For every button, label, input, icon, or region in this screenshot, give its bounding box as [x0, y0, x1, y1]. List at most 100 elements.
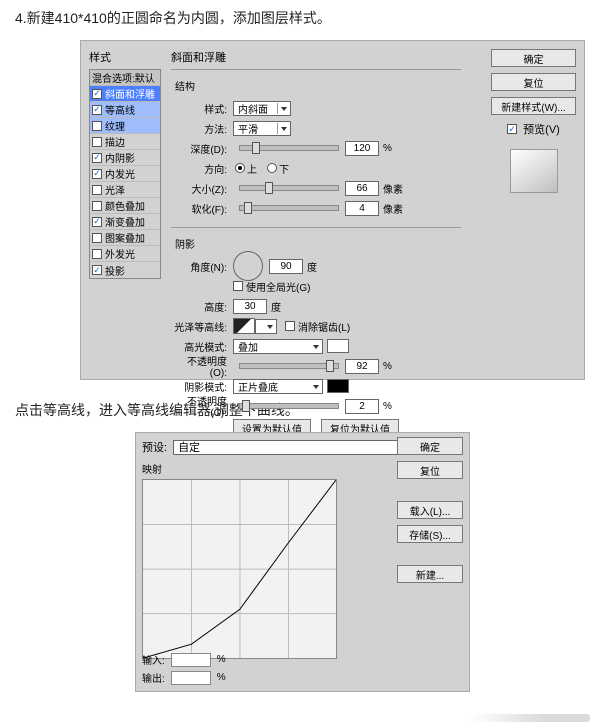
shop-label: 不透明度(C):: [171, 393, 227, 419]
ok-button[interactable]: 确定: [397, 437, 463, 455]
altitude-label: 高度:: [171, 299, 227, 314]
shadow-opacity-input[interactable]: [345, 399, 379, 414]
contour-editor-panel: 预设: 自定 确定 复位 载入(L)... 存储(S)... 新建... 映射 …: [135, 432, 470, 692]
style-item-contour[interactable]: 等高线: [90, 102, 160, 118]
hiop-label: 不透明度(O):: [171, 353, 227, 379]
shadow-group: 阴影 角度(N):度 使用全局光(G) 高度:度 光泽等高线:消除锯齿(L) 高…: [171, 227, 461, 447]
styles-list-title: 样式: [89, 49, 161, 65]
section-title: 斜面和浮雕: [171, 49, 461, 65]
output-pct: %: [217, 672, 226, 683]
curve-line-icon: [143, 480, 336, 658]
checkbox-icon[interactable]: [92, 217, 102, 227]
new-style-button[interactable]: 新建样式(W)...: [491, 97, 576, 115]
decorative-fade: [470, 714, 590, 722]
altitude-input[interactable]: [233, 299, 267, 314]
output-value[interactable]: [171, 671, 211, 685]
size-slider[interactable]: [239, 185, 339, 191]
direction-down-radio[interactable]: [267, 163, 277, 173]
depth-input[interactable]: [345, 141, 379, 156]
checkbox-icon[interactable]: [92, 169, 102, 179]
angle-input[interactable]: [269, 259, 303, 274]
soften-unit: 像素: [383, 201, 403, 216]
style-item-dropshadow[interactable]: 投影: [90, 262, 160, 278]
style-item-stroke[interactable]: 描边: [90, 134, 160, 150]
preview-label: 预览(V): [523, 121, 560, 137]
step-4-text: 4.新建410*410的正圆命名为内圆，添加图层样式。: [15, 8, 585, 28]
style-item-coloroverlay[interactable]: 颜色叠加: [90, 198, 160, 214]
cancel-button[interactable]: 复位: [397, 461, 463, 479]
direction-label: 方向:: [171, 161, 227, 176]
preview-swatch: [510, 149, 558, 193]
style-item-innershadow[interactable]: 内阴影: [90, 150, 160, 166]
preset-label: 预设:: [142, 439, 167, 455]
new-button[interactable]: 新建...: [397, 565, 463, 583]
style-item-patoverlay[interactable]: 图案叠加: [90, 230, 160, 246]
angle-dial[interactable]: [233, 251, 263, 281]
checkbox-icon[interactable]: [92, 249, 102, 259]
input-value[interactable]: [171, 653, 211, 667]
shadow-color-swatch[interactable]: [327, 379, 349, 393]
contour-right-buttons: 确定 复位 载入(L)... 存储(S)... 新建...: [397, 437, 463, 583]
style-label: 样式:: [171, 101, 227, 116]
highlight-opacity-slider[interactable]: [239, 363, 339, 369]
soften-slider[interactable]: [239, 205, 339, 211]
checkbox-icon[interactable]: [92, 153, 102, 163]
size-unit: 像素: [383, 181, 403, 196]
style-item-bevel[interactable]: 斜面和浮雕: [90, 86, 160, 102]
input-label: 输入:: [142, 652, 165, 667]
right-button-column: 确定 复位 新建样式(W)... 预览(V): [491, 49, 576, 193]
depth-unit: %: [383, 143, 392, 154]
gloss-contour-dropdown[interactable]: [255, 319, 277, 334]
ok-button[interactable]: 确定: [491, 49, 576, 67]
checkbox-icon[interactable]: [92, 185, 102, 195]
hiop-unit: %: [383, 361, 392, 372]
direction-up-radio[interactable]: [235, 163, 245, 173]
altitude-unit: 度: [271, 299, 281, 314]
load-button[interactable]: 载入(L)...: [397, 501, 463, 519]
style-select[interactable]: 内斜面: [233, 101, 291, 116]
checkbox-icon[interactable]: [92, 137, 102, 147]
checkbox-icon[interactable]: [92, 201, 102, 211]
style-item-gradoverlay[interactable]: 渐变叠加: [90, 214, 160, 230]
angle-label: 角度(N):: [171, 259, 227, 274]
global-light-checkbox[interactable]: [233, 281, 243, 291]
antialias-checkbox[interactable]: [285, 321, 295, 331]
checkbox-icon[interactable]: [92, 89, 102, 99]
preview-checkbox[interactable]: [507, 124, 517, 134]
style-item-blend[interactable]: 混合选项:默认: [90, 70, 160, 86]
style-item-texture[interactable]: 纹理: [90, 118, 160, 134]
highlight-mode-select[interactable]: 叠加: [233, 339, 323, 354]
method-select[interactable]: 平滑: [233, 121, 291, 136]
soften-input[interactable]: [345, 201, 379, 216]
curve-canvas[interactable]: [142, 479, 337, 659]
size-input[interactable]: [345, 181, 379, 196]
shop-unit: %: [383, 401, 392, 412]
shadow-mode-select[interactable]: 正片叠底: [233, 379, 323, 394]
cancel-button[interactable]: 复位: [491, 73, 576, 91]
checkbox-icon[interactable]: [92, 265, 102, 275]
angle-unit: 度: [307, 259, 317, 274]
style-item-satin[interactable]: 光泽: [90, 182, 160, 198]
save-button[interactable]: 存储(S)...: [397, 525, 463, 543]
shadow-opacity-slider[interactable]: [239, 403, 339, 409]
styles-list-container: 样式 混合选项:默认 斜面和浮雕 等高线 纹理 描边 内阴影 内发光 光泽 颜色…: [89, 49, 161, 279]
size-label: 大小(Z):: [171, 181, 227, 196]
highlight-opacity-input[interactable]: [345, 359, 379, 374]
checkbox-icon[interactable]: [92, 105, 102, 115]
style-item-innerglow[interactable]: 内发光: [90, 166, 160, 182]
shadow-title: 阴影: [175, 236, 461, 251]
contour-body: 映射: [142, 461, 337, 659]
soften-label: 软化(F):: [171, 201, 227, 216]
shmode-label: 阴影模式:: [171, 379, 227, 394]
highlight-color-swatch[interactable]: [327, 339, 349, 353]
checkbox-icon[interactable]: [92, 233, 102, 243]
checkbox-icon[interactable]: [92, 121, 102, 131]
method-label: 方法:: [171, 121, 227, 136]
layer-style-panel: 样式 混合选项:默认 斜面和浮雕 等高线 纹理 描边 内阴影 内发光 光泽 颜色…: [80, 40, 585, 380]
gloss-label: 光泽等高线:: [171, 319, 227, 334]
styles-list: 混合选项:默认 斜面和浮雕 等高线 纹理 描边 内阴影 内发光 光泽 颜色叠加 …: [89, 69, 161, 279]
gloss-contour-swatch[interactable]: [233, 318, 255, 334]
style-item-outerglow[interactable]: 外发光: [90, 246, 160, 262]
map-title: 映射: [142, 461, 337, 476]
depth-slider[interactable]: [239, 145, 339, 151]
